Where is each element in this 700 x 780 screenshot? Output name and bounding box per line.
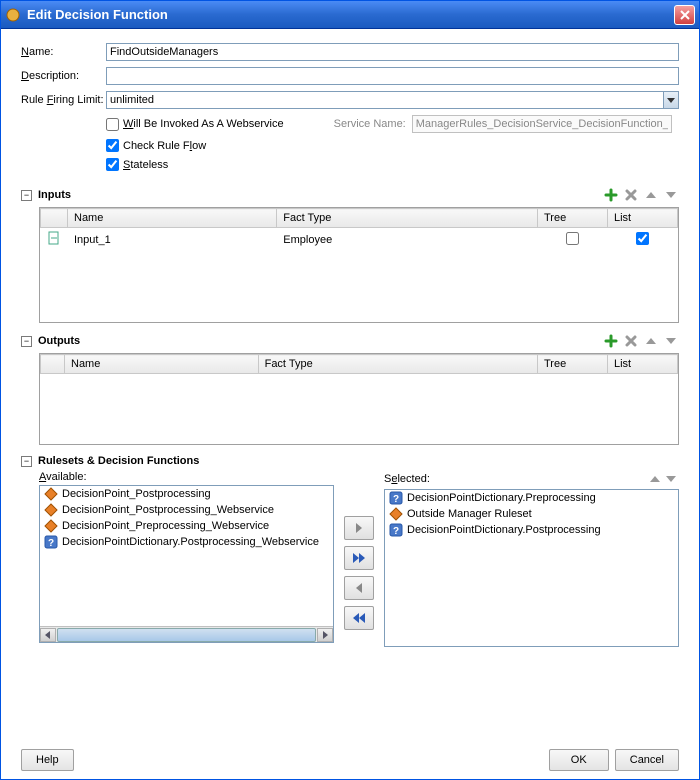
outputs-section: − Outputs Name Fact Type T: [21, 333, 679, 445]
list-item[interactable]: ?DecisionPointDictionary.Preprocessing: [385, 490, 678, 506]
stateless-checkbox[interactable]: [106, 158, 119, 171]
shuttle-buttons: [344, 471, 374, 647]
rule-firing-limit-dropdown-button[interactable]: [663, 91, 679, 109]
scroll-thumb[interactable]: [57, 628, 316, 642]
inputs-move-down-button[interactable]: [663, 187, 679, 203]
name-label: Name:: [21, 46, 106, 58]
input-fact-type[interactable]: Employee: [277, 228, 538, 252]
stateless-label: Stateless: [123, 159, 168, 171]
svg-text:?: ?: [48, 538, 54, 549]
outputs-move-down-button[interactable]: [663, 333, 679, 349]
description-field[interactable]: [106, 67, 679, 85]
check-rule-flow-row: Check Rule Flow: [106, 139, 679, 152]
move-left-button[interactable]: [344, 576, 374, 600]
selected-column: Selected: ?DecisionPointDictionary.Prepr…: [384, 471, 679, 647]
scroll-right-button[interactable]: [317, 628, 333, 642]
list-item[interactable]: Outside Manager Ruleset: [385, 506, 678, 522]
service-name-group: Service Name:: [334, 115, 672, 133]
service-name-label: Service Name:: [334, 118, 406, 130]
description-label: Description:: [21, 70, 106, 82]
inputs-col-tree: Tree: [538, 209, 608, 228]
outputs-add-button[interactable]: [603, 333, 619, 349]
name-row: Name:: [21, 43, 679, 61]
available-list[interactable]: DecisionPoint_Postprocessing DecisionPoi…: [39, 485, 334, 643]
rulesets-title: Rulesets & Decision Functions: [38, 455, 679, 467]
rule-firing-limit-row: Rule Firing Limit:: [21, 91, 679, 109]
outputs-remove-button[interactable]: [623, 333, 639, 349]
webservice-row: Will Be Invoked As A Webservice Service …: [106, 115, 679, 133]
outputs-col-tree: Tree: [538, 355, 608, 374]
ok-button[interactable]: OK: [549, 749, 609, 771]
dialog-content: Name: Description: Rule Firing Limit: Wi…: [1, 29, 699, 779]
rule-firing-limit-label: Rule Firing Limit:: [21, 94, 106, 106]
inputs-collapse-toggle[interactable]: −: [21, 190, 32, 201]
window-title: Edit Decision Function: [27, 7, 674, 22]
inputs-section: − Inputs Name Fact Type Tr: [21, 187, 679, 323]
inputs-col-fact-type: Fact Type: [277, 209, 538, 228]
webservice-checkbox[interactable]: [106, 118, 119, 131]
outputs-move-up-button[interactable]: [643, 333, 659, 349]
available-column: Available: DecisionPoint_Postprocessing …: [39, 471, 334, 647]
cancel-button[interactable]: Cancel: [615, 749, 679, 771]
outputs-title: Outputs: [38, 335, 603, 347]
rulesets-section: − Rulesets & Decision Functions Availabl…: [21, 455, 679, 647]
input-tree-checkbox[interactable]: [566, 232, 579, 245]
titlebar: Edit Decision Function: [1, 1, 699, 29]
selected-label: Selected:: [384, 473, 647, 485]
close-button[interactable]: [674, 5, 695, 25]
help-button[interactable]: Help: [21, 749, 74, 771]
inputs-title: Inputs: [38, 189, 603, 201]
inputs-col-name: Name: [68, 209, 277, 228]
app-icon: [5, 7, 21, 23]
list-item[interactable]: DecisionPoint_Preprocessing_Webservice: [40, 518, 333, 534]
list-item[interactable]: DecisionPoint_Postprocessing_Webservice: [40, 502, 333, 518]
list-item[interactable]: ?DecisionPointDictionary.Postprocessing_…: [40, 534, 333, 550]
move-right-button[interactable]: [344, 516, 374, 540]
input-name[interactable]: Input_1: [68, 228, 277, 252]
description-row: Description:: [21, 67, 679, 85]
check-rule-flow-label: Check Rule Flow: [123, 140, 206, 152]
move-all-left-button[interactable]: [344, 606, 374, 630]
horizontal-scrollbar[interactable]: [40, 626, 333, 642]
selected-list[interactable]: ?DecisionPointDictionary.Preprocessing O…: [384, 489, 679, 647]
table-row[interactable]: Input_1 Employee: [41, 228, 678, 252]
inputs-table: Name Fact Type Tree List Input_1 Employe…: [39, 207, 679, 323]
stateless-row: Stateless: [106, 158, 679, 171]
list-item[interactable]: ?DecisionPointDictionary.Postprocessing: [385, 522, 678, 538]
name-field[interactable]: [106, 43, 679, 61]
rulesets-collapse-toggle[interactable]: −: [21, 456, 32, 467]
move-all-right-button[interactable]: [344, 546, 374, 570]
webservice-label: Will Be Invoked As A Webservice: [123, 118, 284, 130]
inputs-add-button[interactable]: [603, 187, 619, 203]
dialog-footer: Help OK Cancel: [21, 737, 679, 771]
outputs-table: Name Fact Type Tree List: [39, 353, 679, 445]
outputs-collapse-toggle[interactable]: −: [21, 336, 32, 347]
dialog-window: Edit Decision Function Name: Description…: [0, 0, 700, 780]
scroll-left-button[interactable]: [40, 628, 56, 642]
outputs-col-fact-type: Fact Type: [258, 355, 537, 374]
available-label: Available:: [39, 471, 334, 483]
outputs-col-name: Name: [65, 355, 259, 374]
inputs-col-list: List: [608, 209, 678, 228]
row-icon: [41, 228, 68, 252]
service-name-field: [412, 115, 672, 133]
inputs-remove-button[interactable]: [623, 187, 639, 203]
rule-firing-limit-field[interactable]: [106, 91, 663, 109]
list-item[interactable]: DecisionPoint_Postprocessing: [40, 486, 333, 502]
svg-text:?: ?: [393, 494, 399, 505]
check-rule-flow-checkbox[interactable]: [106, 139, 119, 152]
svg-text:?: ?: [393, 526, 399, 537]
outputs-col-list: List: [608, 355, 678, 374]
selected-move-up-button[interactable]: [647, 471, 663, 487]
selected-move-down-button[interactable]: [663, 471, 679, 487]
input-list-checkbox[interactable]: [636, 232, 649, 245]
inputs-move-up-button[interactable]: [643, 187, 659, 203]
